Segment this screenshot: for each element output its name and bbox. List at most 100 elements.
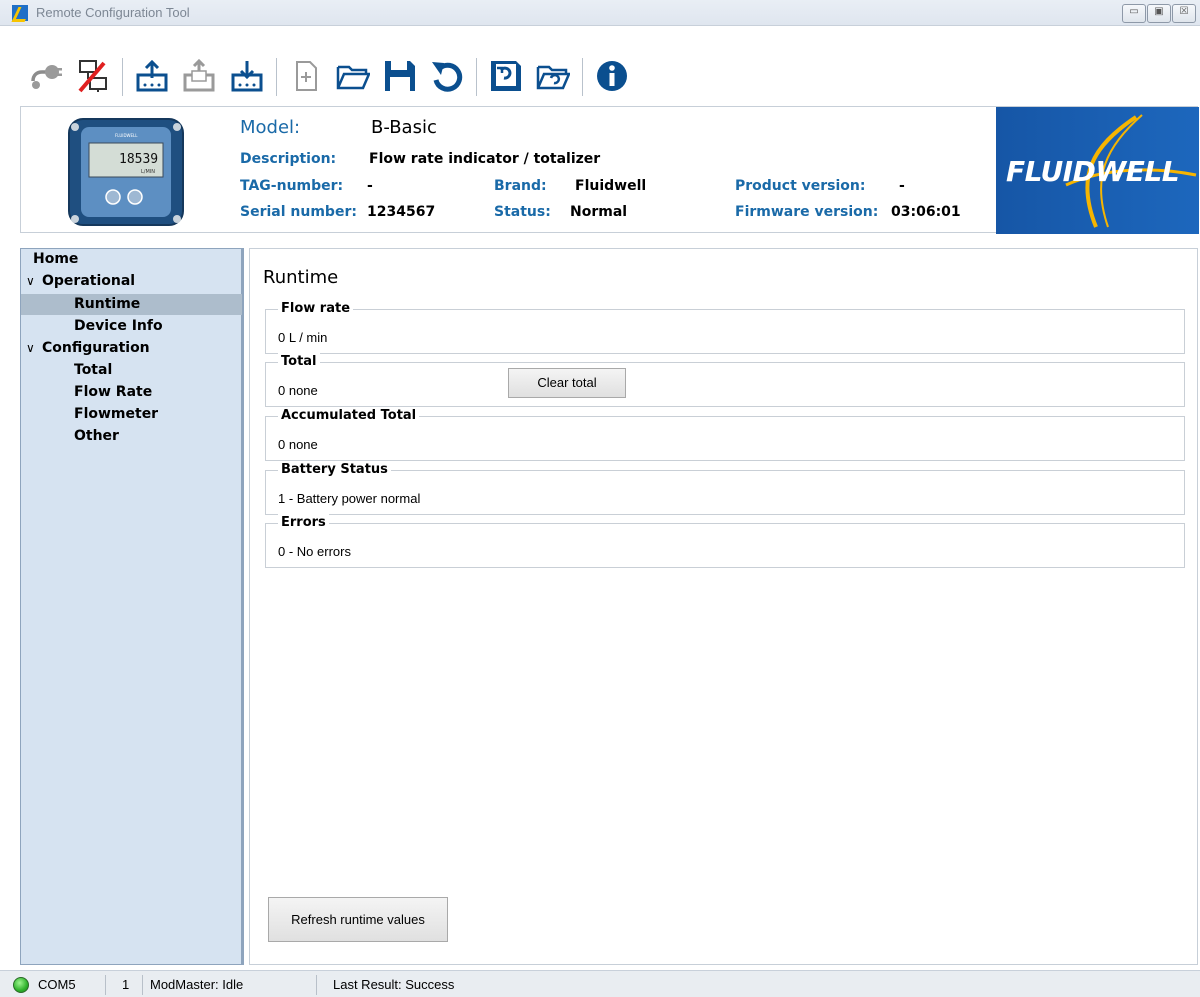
nav-item-flowmeter[interactable]: Flowmeter xyxy=(21,404,242,425)
maximize-button[interactable]: ▣ xyxy=(1147,4,1171,23)
nav-item-operational[interactable]: ∨ Operational xyxy=(21,271,242,292)
save-button[interactable] xyxy=(382,58,418,94)
nav-item-label: Configuration xyxy=(42,340,150,356)
minimize-icon: ▭ xyxy=(1129,6,1139,17)
maximize-icon: ▣ xyxy=(1154,6,1164,17)
model-value: B-Basic xyxy=(371,117,437,138)
total-value: 0 none xyxy=(278,383,318,398)
flow-rate-group: Flow rate 0 L / min xyxy=(265,300,1185,354)
nav-item-label: Other xyxy=(74,428,119,444)
nav-item-label: Operational xyxy=(42,273,136,289)
battery-status-value: 1 - Battery power normal xyxy=(278,491,421,506)
product-version-value: - xyxy=(899,178,905,194)
nav-item-other[interactable]: Other xyxy=(21,426,242,447)
status-bar: COM5 1 ModMaster: Idle Last Result: Succ… xyxy=(0,970,1200,997)
modmaster-status: ModMaster: Idle xyxy=(150,977,244,992)
new-file-icon xyxy=(296,61,317,91)
status-separator xyxy=(142,975,143,995)
nav-item-label: Home xyxy=(33,251,79,267)
download-button[interactable] xyxy=(229,58,265,94)
minimize-button[interactable]: ▭ xyxy=(1122,4,1146,23)
group-label: Accumulated Total xyxy=(278,407,420,425)
close-button[interactable]: ☒ xyxy=(1172,4,1196,23)
clear-total-button[interactable]: Clear total xyxy=(508,368,626,398)
device-header: FLUIDWELL 18539 L/MIN Model: B-Basic Des… xyxy=(20,106,1199,234)
description-value: Flow rate indicator / totalizer xyxy=(369,151,601,167)
toolbar-separator xyxy=(582,58,583,96)
connect-button[interactable] xyxy=(28,58,64,94)
refresh-runtime-values-button[interactable]: Refresh runtime values xyxy=(268,897,448,942)
network-x-icon xyxy=(78,60,107,93)
tag-number-value: - xyxy=(367,178,373,194)
errors-group: Errors 0 - No errors xyxy=(265,514,1185,568)
nav-item-label: Total xyxy=(74,362,113,378)
last-result: Last Result: Success xyxy=(333,977,455,992)
runtime-panel: Runtime Flow rate 0 L / min Total 0 none… xyxy=(249,248,1198,965)
serial-number-label: Serial number: xyxy=(240,204,357,220)
page-title: Runtime xyxy=(263,267,339,288)
nav-item-total[interactable]: Total xyxy=(21,360,242,381)
group-label: Flow rate xyxy=(278,300,354,318)
group-label: Errors xyxy=(278,514,329,532)
info-button[interactable] xyxy=(594,58,630,94)
status-value: Normal xyxy=(570,204,628,220)
close-icon: ☒ xyxy=(1179,6,1189,17)
open-device-button[interactable] xyxy=(535,58,571,94)
plug-icon xyxy=(31,65,62,89)
accumulated-total-value: 0 none xyxy=(278,437,318,452)
nav-item-configuration[interactable]: ∨ Configuration xyxy=(21,338,242,359)
chevron-down-icon[interactable]: ∨ xyxy=(26,338,42,359)
chevron-down-icon[interactable]: ∨ xyxy=(26,271,42,292)
errors-value: 0 - No errors xyxy=(278,544,351,559)
upload-log-icon xyxy=(183,59,215,92)
model-label: Model: xyxy=(240,117,301,138)
nav-item-runtime[interactable]: Runtime xyxy=(21,294,242,315)
upload-log-button[interactable] xyxy=(181,58,217,94)
nav-item-device-info[interactable]: Device Info xyxy=(21,316,242,337)
new-file-button[interactable] xyxy=(288,58,324,94)
product-version-label: Product version: xyxy=(735,178,866,194)
brand-label: Brand: xyxy=(494,178,547,194)
upload-to-device-icon xyxy=(136,59,168,92)
status-separator xyxy=(316,975,317,995)
accumulated-total-group: Accumulated Total 0 none xyxy=(265,407,1185,461)
toolbar-separator xyxy=(276,58,277,96)
open-file-button[interactable] xyxy=(335,58,371,94)
disconnect-button[interactable] xyxy=(75,58,111,94)
app-logo-icon xyxy=(12,5,28,21)
device-brand: FLUIDWELL xyxy=(115,133,138,138)
logo-text: FLUIDWELL xyxy=(1006,155,1180,188)
description-label: Description: xyxy=(240,151,337,167)
open-folder-icon xyxy=(336,65,370,90)
total-group: Total 0 none xyxy=(265,353,1185,407)
com-port: COM5 xyxy=(38,977,76,992)
undo-button[interactable] xyxy=(429,58,465,94)
connection-status-icon xyxy=(13,977,29,993)
firmware-version-label: Firmware version: xyxy=(735,204,879,220)
floppy-icon xyxy=(385,61,415,91)
device-unit: L/MIN xyxy=(141,169,155,175)
undo-icon xyxy=(432,62,463,92)
device-image: FLUIDWELL 18539 L/MIN xyxy=(68,118,184,226)
window-title: Remote Configuration Tool xyxy=(36,5,190,20)
flow-rate-value: 0 L / min xyxy=(278,330,328,345)
toolbar xyxy=(0,26,1200,106)
save-device-button[interactable] xyxy=(488,58,524,94)
group-label: Total xyxy=(278,353,320,371)
nav-item-label: Runtime xyxy=(74,296,141,312)
download-from-device-icon xyxy=(231,61,263,92)
folder-device-icon xyxy=(536,65,570,90)
device-address: 1 xyxy=(122,977,130,992)
upload-button[interactable] xyxy=(134,58,170,94)
nav-item-flow-rate[interactable]: Flow Rate xyxy=(21,382,242,403)
floppy-device-icon xyxy=(491,61,521,91)
firmware-version-value: 03:06:01 xyxy=(891,204,961,220)
toolbar-separator xyxy=(476,58,477,96)
battery-status-group: Battery Status 1 - Battery power normal xyxy=(265,461,1185,515)
brand-logo: FLUIDWELL xyxy=(996,107,1199,234)
title-bar: Remote Configuration Tool ▭ ▣ ☒ xyxy=(0,0,1200,26)
device-display: 18539 xyxy=(119,152,158,167)
nav-item-home[interactable]: Home xyxy=(21,249,242,270)
brand-value: Fluidwell xyxy=(575,178,647,194)
status-label: Status: xyxy=(494,204,551,220)
